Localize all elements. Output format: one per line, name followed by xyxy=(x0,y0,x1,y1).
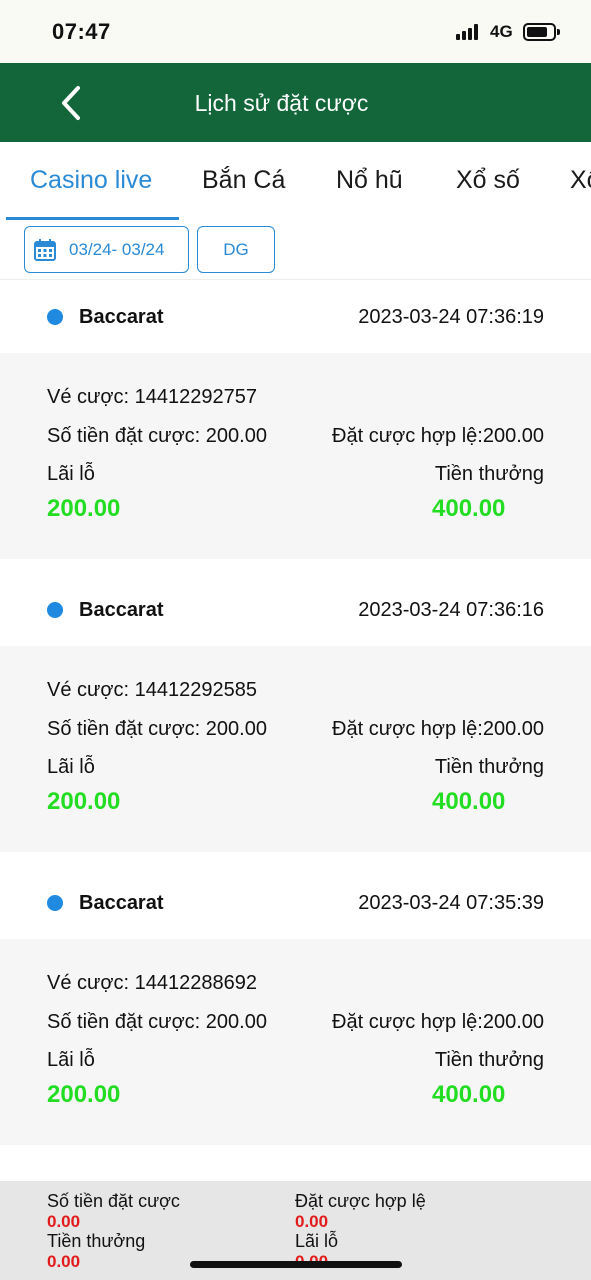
summary-valid-value: 0.00 xyxy=(295,1212,329,1231)
prize-label: Tiền thưởng xyxy=(434,463,544,485)
prize-value: 400.00 xyxy=(432,1081,506,1108)
prize-label: Tiền thưởng xyxy=(434,756,544,778)
bet-ticket: Vé cược: 14412292585 xyxy=(47,679,257,701)
filter-bar: 03/24- 03/24 DG xyxy=(0,220,591,280)
bet-game-name: Baccarat xyxy=(79,892,164,914)
app-header: Lịch sử đặt cược xyxy=(0,63,591,142)
bet-card-header: Baccarat 2023-03-24 07:36:16 xyxy=(0,573,591,646)
status-time: 07:47 xyxy=(52,19,111,44)
tab-casino-live[interactable]: Casino live xyxy=(30,166,152,195)
page-title: Lịch sử đặt cược xyxy=(194,90,369,116)
bet-valid-amount: Đặt cược hợp lệ:200.00 xyxy=(332,718,544,740)
bet-time: 2023-03-24 07:36:19 xyxy=(358,306,544,328)
profit-label: Lãi lỗ xyxy=(47,1049,95,1071)
prize-label: Tiền thưởng xyxy=(434,1049,544,1071)
prize-value: 400.00 xyxy=(432,495,506,522)
category-tabs: Casino live Bắn Cá Nổ hũ Xổ số Xổ xyxy=(0,142,591,220)
summary-amount-value: 0.00 xyxy=(47,1212,81,1231)
profit-value: 200.00 xyxy=(47,495,121,522)
bet-ticket: Vé cược: 14412288692 xyxy=(47,972,257,994)
bet-time: 2023-03-24 07:36:16 xyxy=(358,599,544,621)
home-indicator[interactable] xyxy=(190,1261,402,1268)
profit-label: Lãi lỗ xyxy=(47,463,95,485)
date-range-picker[interactable]: 03/24- 03/24 xyxy=(24,226,189,273)
cellular-signal-icon xyxy=(456,24,482,40)
date-range-label: 03/24- 03/24 xyxy=(69,240,165,259)
provider-filter-button[interactable]: DG xyxy=(197,226,275,273)
bet-card-header: Baccarat 2023-03-24 07:35:39 xyxy=(0,866,591,939)
profit-value: 200.00 xyxy=(47,1081,121,1108)
summary-amount-label: Số tiền đặt cược xyxy=(47,1191,180,1211)
bet-valid-amount: Đặt cược hợp lệ:200.00 xyxy=(332,1011,544,1033)
status-dot-icon xyxy=(47,309,63,325)
bet-time: 2023-03-24 07:35:39 xyxy=(358,892,544,914)
tab-xo-partial[interactable]: Xổ xyxy=(570,166,591,195)
bet-card-header: Baccarat 2023-03-24 07:36:19 xyxy=(0,280,591,353)
tab-no-hu[interactable]: Nổ hũ xyxy=(336,166,403,195)
bet-card[interactable]: Baccarat 2023-03-24 07:35:39 Vé cược: 14… xyxy=(0,866,591,1146)
status-dot-icon xyxy=(47,602,63,618)
bet-ticket: Vé cược: 14412292757 xyxy=(47,386,257,408)
bet-card-body: Vé cược: 14412288692 Số tiền đặt cược: 2… xyxy=(0,939,591,1145)
profit-value: 200.00 xyxy=(47,788,121,815)
bet-card[interactable]: Baccarat 2023-03-24 07:36:16 Vé cược: 14… xyxy=(0,573,591,853)
profit-label: Lãi lỗ xyxy=(47,756,95,778)
bet-game-name: Baccarat xyxy=(79,306,164,328)
bet-valid-amount: Đặt cược hợp lệ:200.00 xyxy=(332,425,544,447)
bet-game-name: Baccarat xyxy=(79,599,164,621)
summary-prize-value: 0.00 xyxy=(47,1252,81,1271)
summary-profit-label: Lãi lỗ xyxy=(295,1231,339,1251)
bet-card-body: Vé cược: 14412292757 Số tiền đặt cược: 2… xyxy=(0,353,591,559)
summary-valid-label: Đặt cược hợp lệ xyxy=(295,1191,426,1211)
summary-prize-label: Tiền thưởng xyxy=(47,1231,146,1251)
bet-amount: Số tiền đặt cược: 200.00 xyxy=(47,718,267,740)
tab-ban-ca[interactable]: Bắn Cá xyxy=(202,166,285,195)
network-type: 4G xyxy=(490,22,513,41)
calendar-icon xyxy=(34,239,56,261)
tab-xo-so[interactable]: Xổ số xyxy=(456,166,520,195)
prize-value: 400.00 xyxy=(432,788,506,815)
bet-amount: Số tiền đặt cược: 200.00 xyxy=(47,1011,267,1033)
battery-icon xyxy=(523,23,560,41)
status-bar: 07:47 4G xyxy=(0,0,591,63)
bet-card-body: Vé cược: 14412292585 Số tiền đặt cược: 2… xyxy=(0,646,591,852)
status-dot-icon xyxy=(47,895,63,911)
bet-amount: Số tiền đặt cược: 200.00 xyxy=(47,425,267,447)
bet-card[interactable]: Baccarat 2023-03-24 07:36:19 Vé cược: 14… xyxy=(0,280,591,560)
